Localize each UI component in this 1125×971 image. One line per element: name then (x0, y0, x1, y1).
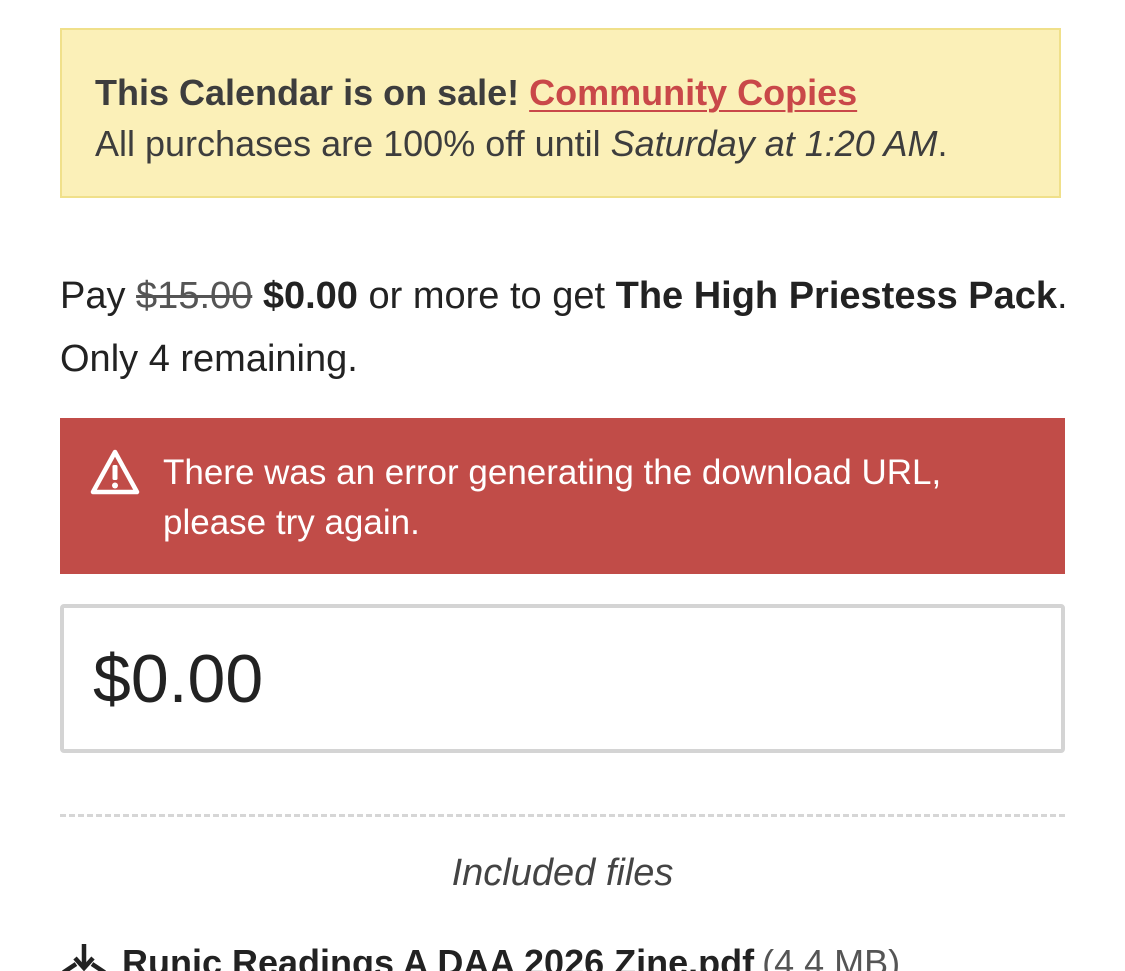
original-price: $15.00 (136, 275, 253, 317)
error-alert: There was an error generating the downlo… (60, 418, 1065, 574)
sale-details: All purchases are 100% off until Saturda… (95, 118, 1059, 170)
file-name[interactable]: Runic Readings A DAA 2026 Zine.pdf (4.4 M… (122, 938, 900, 971)
sale-price: $0.00 (262, 275, 358, 317)
section-divider (60, 814, 1065, 817)
sale-details-suffix: . (937, 123, 948, 164)
pay-middle-text: or more to get (357, 275, 616, 317)
sale-banner: This Calendar is on sale! Community Copi… (60, 28, 1061, 198)
price-input[interactable] (60, 604, 1065, 753)
sale-details-text: All purchases are 100% off until (95, 123, 611, 164)
file-list-item[interactable]: Runic Readings A DAA 2026 Zine.pdf (4.4 M… (60, 938, 1120, 971)
pay-what-you-want-text: Pay $15.00 $0.00 or more to get The High… (60, 265, 1070, 391)
file-size: (4.4 MB) (762, 942, 901, 971)
pay-word: Pay (60, 275, 137, 317)
file-name-text: Runic Readings A DAA 2026 Zine.pdf (122, 942, 755, 971)
sale-headline-text: This Calendar is on sale! (95, 72, 530, 113)
sale-end-time: Saturday at 1:20 AM (610, 123, 938, 164)
warning-icon (90, 449, 140, 495)
error-message: There was an error generating the downlo… (163, 453, 942, 542)
sale-headline: This Calendar is on sale! Community Copi… (95, 68, 1059, 118)
download-icon (61, 944, 107, 971)
community-copies-link[interactable]: Community Copies (529, 72, 857, 113)
included-files-heading: Included files (451, 852, 674, 894)
product-name: The High Priestess Pack (615, 275, 1058, 317)
product-page: This Calendar is on sale! Community Copi… (0, 0, 1125, 971)
